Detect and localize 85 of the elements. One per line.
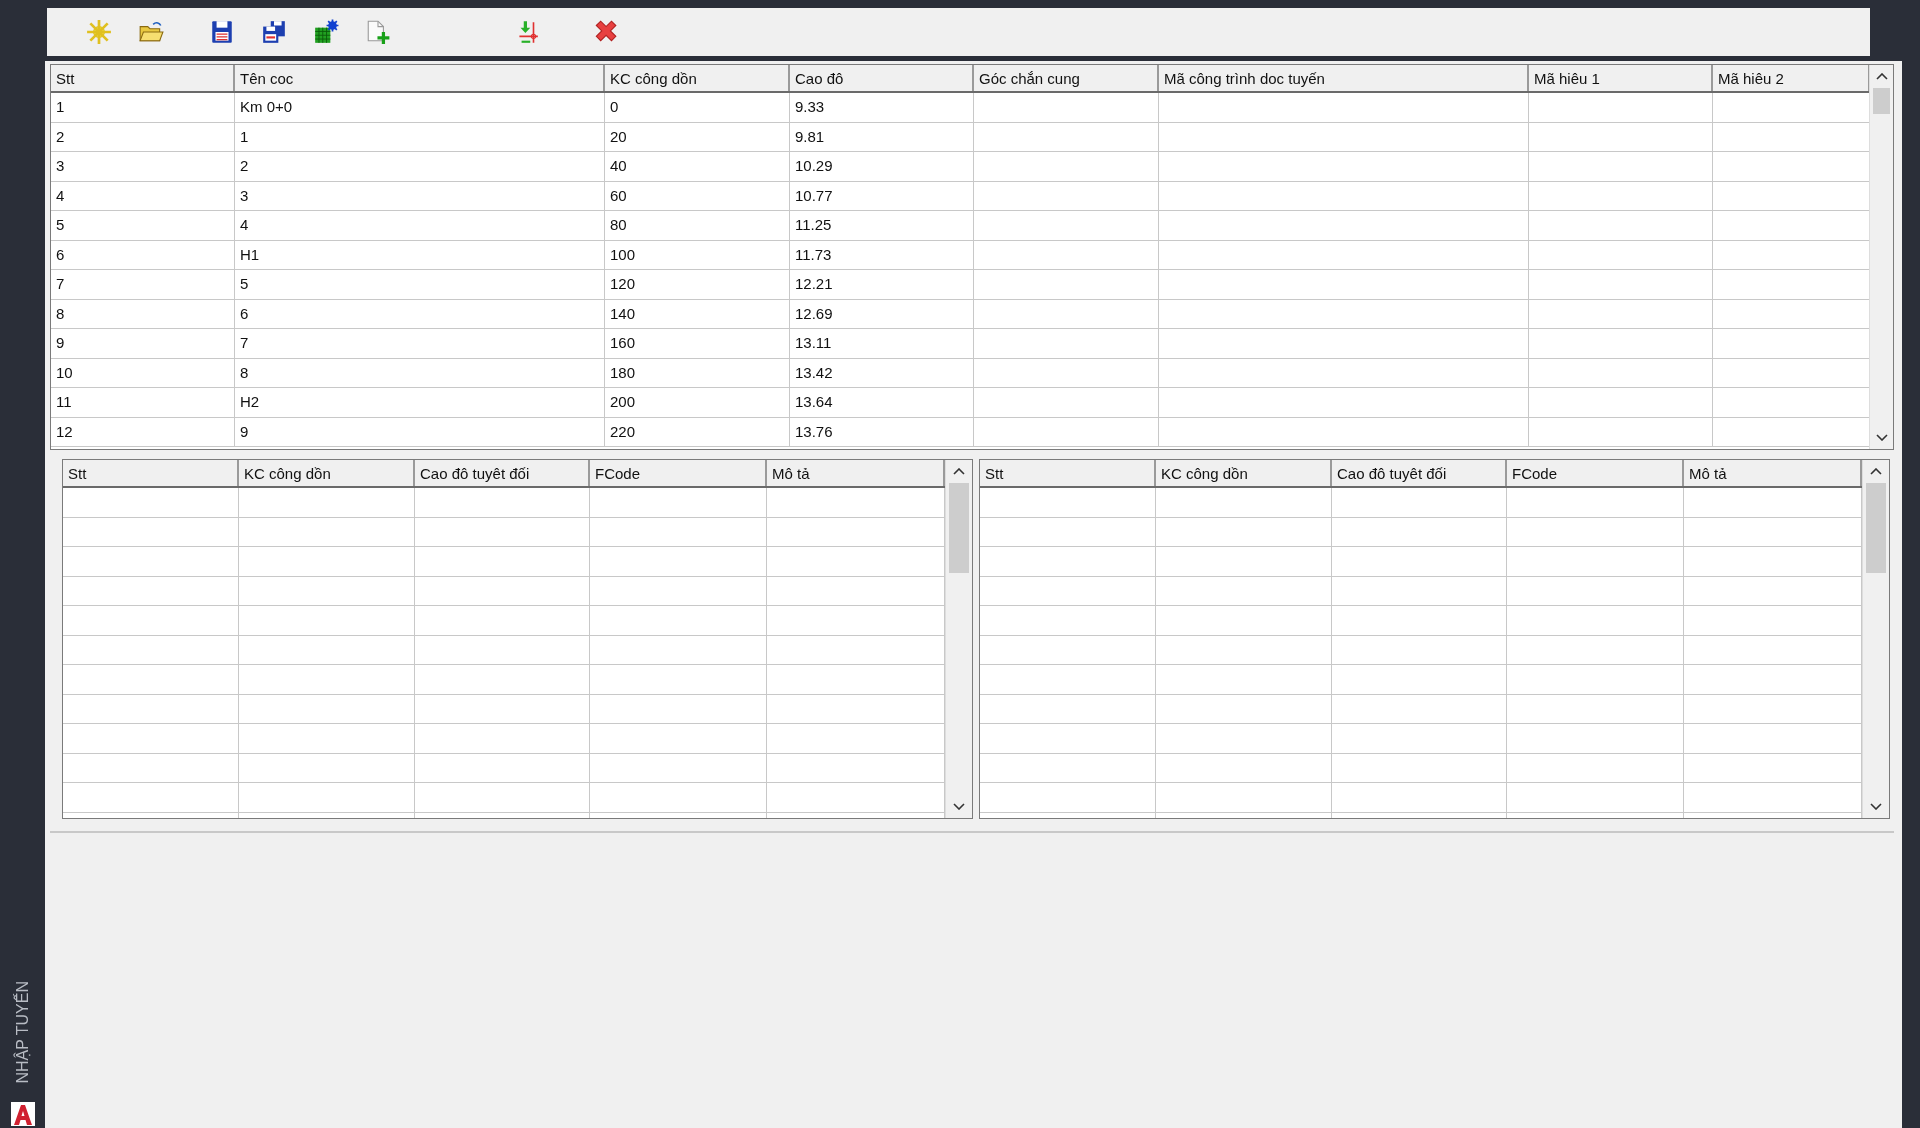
table-cell: 160 [605,329,790,358]
document-plus-icon [365,19,391,45]
table-cell: 9.33 [790,93,974,122]
column-header[interactable]: Mã hiêu 1 [1529,65,1713,91]
table-cell: 1 [235,122,605,151]
table-cell: 9 [51,329,235,358]
column-header[interactable]: Stt [980,460,1156,486]
table-cell: 60 [605,181,790,210]
table-cell: 8 [51,299,235,328]
scroll-down-icon [1870,803,1882,810]
table-cell: 1 [51,93,235,122]
scroll-thumb[interactable] [949,483,969,573]
table-cell: 11 [51,388,235,417]
table-cell: 13.76 [790,417,974,446]
scroll-up-icon [1870,468,1882,475]
table-cell: 11.73 [790,240,974,269]
floppies-icon [261,19,287,45]
table-cell: 10 [51,358,235,387]
table-cell: 10.29 [790,152,974,181]
column-header[interactable]: Tên coc [235,65,605,91]
table-cell: 12.21 [790,270,974,299]
scroll-thumb[interactable] [1873,88,1890,114]
column-header[interactable]: KC công dồn [1156,460,1332,486]
column-header[interactable]: FCode [590,460,767,486]
table-cell: 180 [605,358,790,387]
grid-gear-icon [313,19,339,45]
table-cell: 10.77 [790,181,974,210]
table-cell: 200 [605,388,790,417]
table-cell: 220 [605,417,790,446]
table-cell: 140 [605,299,790,328]
scroll-thumb[interactable] [1866,483,1886,573]
column-header[interactable]: KC công dồn [239,460,415,486]
table-cell: 0 [605,93,790,122]
table-cell: 9 [235,417,605,446]
grid-gear-button[interactable] [312,18,340,46]
column-header[interactable]: Cao đô [790,65,974,91]
table-cell: H1 [235,240,605,269]
table-cell: Km 0+0 [235,93,605,122]
table-cell: 13.11 [790,329,974,358]
floppies-button[interactable] [260,18,288,46]
table-cell: 5 [235,270,605,299]
scroll-up-icon [953,468,965,475]
app-logo-icon[interactable] [10,1102,35,1126]
table-cell: 6 [51,240,235,269]
table-cell: 4 [51,181,235,210]
scroll-up-icon [1875,73,1888,80]
floppy-icon [209,19,235,45]
table-cell: H2 [235,388,605,417]
table-cell: 13.42 [790,358,974,387]
scrollbar[interactable] [1869,65,1893,449]
table-cell: 7 [235,329,605,358]
panel-title: NHẬP TUYẾN [13,981,32,1084]
column-header[interactable]: Mã công trình doc tuyến [1159,65,1529,91]
table-cell: 2 [51,122,235,151]
table-cell: 3 [51,152,235,181]
table-cell: 9.81 [790,122,974,151]
table-cell: 5 [51,211,235,240]
table-cell: 40 [605,152,790,181]
table-cell: 12.69 [790,299,974,328]
table-cell: 120 [605,270,790,299]
column-header[interactable]: KC công dồn [605,65,790,91]
table-cell: 100 [605,240,790,269]
table-cell: 8 [235,358,605,387]
table-cell: 3 [235,181,605,210]
table-cell: 20 [605,122,790,151]
scrollbar[interactable] [1862,460,1889,818]
column-header[interactable]: Cao đô tuyêt đối [1332,460,1507,486]
table-cell: 4 [235,211,605,240]
column-header[interactable]: Stt [51,65,235,91]
scroll-down-icon [953,803,965,810]
table-cell: 13.64 [790,388,974,417]
scroll-down-icon [1875,434,1888,441]
scrollbar[interactable] [945,460,972,818]
column-header[interactable]: Stt [63,460,239,486]
delete-icon [592,19,618,45]
table-cell: 6 [235,299,605,328]
column-header[interactable]: Góc chắn cung [974,65,1159,91]
table-cell: 12 [51,417,235,446]
sun-icon [86,19,112,45]
table-cell: 80 [605,211,790,240]
table-cell: 11.25 [790,211,974,240]
table-cell: 7 [51,270,235,299]
table-cell: 2 [235,152,605,181]
column-header[interactable]: Cao đô tuyêt đối [415,460,590,486]
column-header[interactable]: FCode [1507,460,1684,486]
